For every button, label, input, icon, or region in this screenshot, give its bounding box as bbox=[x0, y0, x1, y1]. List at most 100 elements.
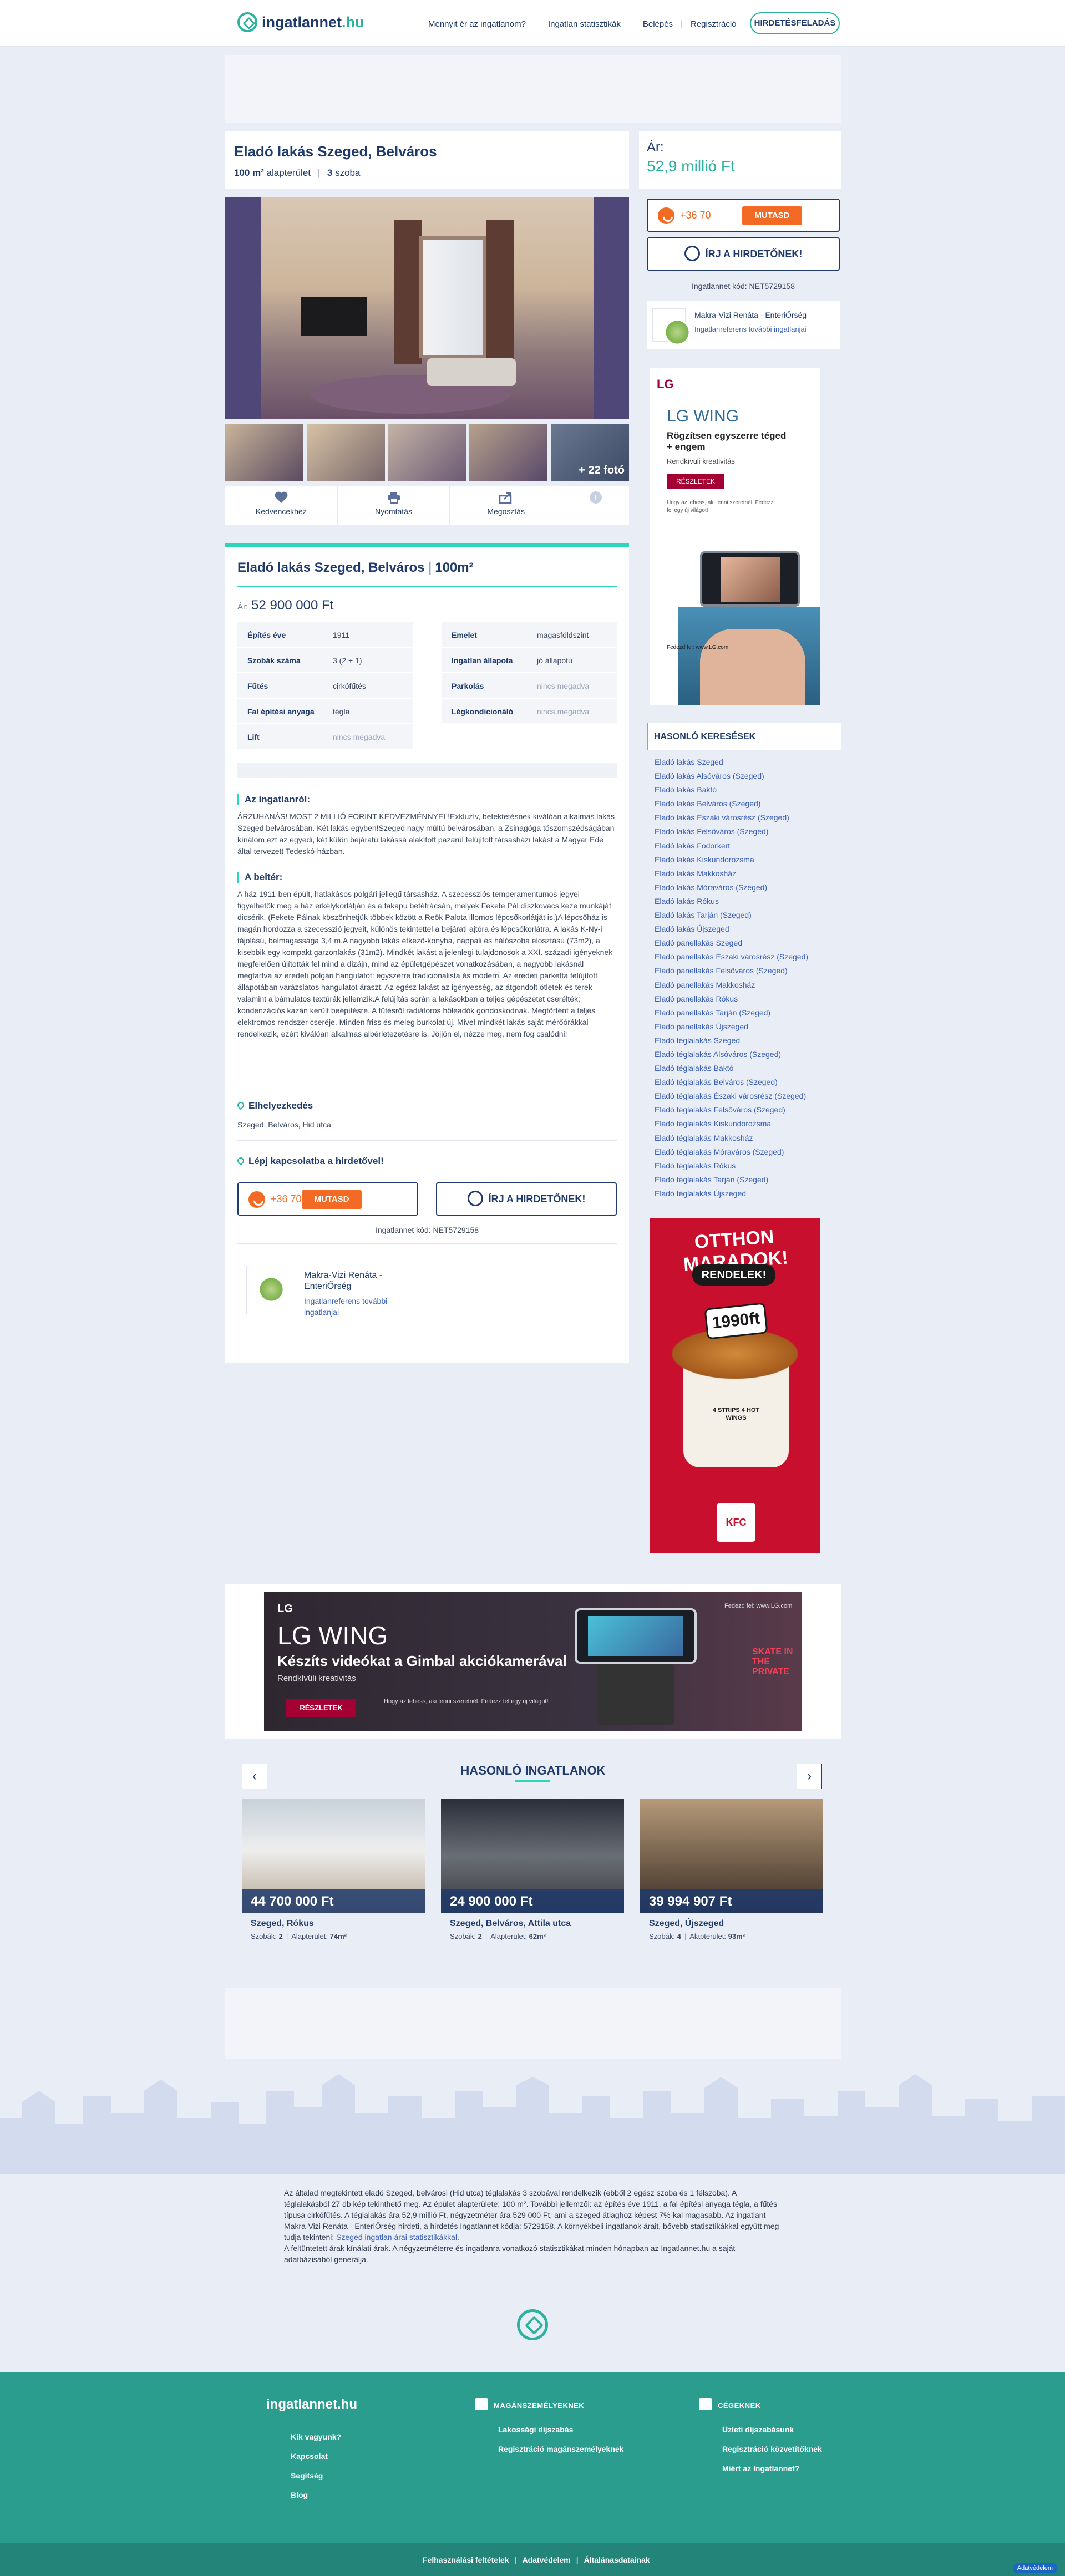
similar-search-link[interactable]: Eladó panellakás Újszeged bbox=[647, 1020, 841, 1034]
details-price-value: 52 900 000 Ft bbox=[251, 598, 334, 613]
similar-search-link[interactable]: Eladó téglalakás Északi városrész (Szege… bbox=[647, 1089, 841, 1103]
similar-listing-card[interactable]: 39 994 907 Ft Szeged, Újszeged Szobák: 4… bbox=[640, 1799, 823, 1948]
agent-name: Makra-Vizi Renáta - EnteriŐrség bbox=[694, 311, 807, 319]
similar-search-link[interactable]: Eladó téglalakás Alsóváros (Szeged) bbox=[647, 1048, 841, 1061]
ad-details-button[interactable]: RÉSZLETEK bbox=[667, 474, 724, 489]
fact-key: Fal építési anyaga bbox=[247, 707, 315, 716]
kfc-ad[interactable]: OTTHON MARADOK! RENDELEK! 1990ft 4 STRIP… bbox=[650, 1218, 820, 1553]
main-photo[interactable] bbox=[225, 197, 629, 419]
nav-valuation[interactable]: Mennyit ér az ingatlanom? bbox=[428, 19, 526, 29]
thumbnail[interactable] bbox=[388, 424, 466, 481]
similar-search-link[interactable]: Eladó lakás Északi városrész (Szeged) bbox=[647, 811, 841, 825]
similar-listing-card[interactable]: 44 700 000 Ft Szeged, Rókus Szobák: 2 | Al… bbox=[242, 1799, 425, 1948]
similar-search-link[interactable]: Eladó téglalakás Felsőváros (Szeged) bbox=[647, 1103, 841, 1117]
footer-link[interactable]: Blog bbox=[291, 2491, 341, 2499]
share-button[interactable]: Megosztás bbox=[450, 486, 563, 525]
similar-search-link[interactable]: Eladó lakás Rókus bbox=[647, 895, 841, 908]
similar-search-link[interactable]: Eladó téglalakás Móraváros (Szeged) bbox=[647, 1145, 841, 1159]
similar-search-link[interactable]: Eladó panellakás Rókus bbox=[647, 992, 841, 1006]
similar-search-link[interactable]: Eladó téglalakás Szeged bbox=[647, 1034, 841, 1048]
share-label: Megosztás bbox=[487, 507, 525, 516]
similar-search-link[interactable]: Eladó téglalakás Makkosház bbox=[647, 1131, 841, 1145]
similar-search-link[interactable]: Eladó lakás Fodorkert bbox=[647, 839, 841, 853]
nav-statistics[interactable]: Ingatlan statisztikák bbox=[548, 19, 621, 29]
similar-search-link[interactable]: Eladó panellakás Északi városrész (Szege… bbox=[647, 950, 841, 964]
fact-value: jó állapotú bbox=[537, 656, 572, 665]
carousel-next-button[interactable]: › bbox=[797, 1764, 822, 1789]
nav-register[interactable]: Regisztráció bbox=[691, 19, 737, 29]
site-logo[interactable]: ingatlannet .hu bbox=[237, 12, 364, 32]
similar-search-link[interactable]: Eladó lakás Szeged bbox=[647, 755, 841, 769]
listing-card-meta: Szobák: 4 | Alapterület: 93m² bbox=[649, 1932, 745, 1940]
report-button[interactable]: ! bbox=[562, 486, 629, 525]
similar-search-link[interactable]: Eladó lakás Baktó bbox=[647, 783, 841, 797]
similar-search-link[interactable]: Eladó panellakás Makkosház bbox=[647, 978, 841, 992]
footer-link[interactable]: Segítség bbox=[291, 2471, 341, 2480]
similar-search-link[interactable]: Eladó lakás Belváros (Szeged) bbox=[647, 797, 841, 811]
listing-rooms-label: szoba bbox=[335, 167, 361, 178]
footer-link[interactable]: Miért az Ingatlannet? bbox=[699, 2464, 822, 2473]
show-phone-button[interactable]: +36 70 MUTASD bbox=[237, 1182, 418, 1216]
similar-search-link[interactable]: Eladó téglalakás Belváros (Szeged) bbox=[647, 1075, 841, 1089]
privacy-badge[interactable]: Adatvédelem bbox=[1012, 2563, 1057, 2573]
lg-banner-ad: LG LG WING Készíts videókat a Gimbal akc… bbox=[225, 1584, 841, 1739]
meta-divider: | bbox=[485, 1932, 488, 1940]
similar-listing-card[interactable]: 24 900 000 Ft Szeged, Belváros, Attila u… bbox=[441, 1799, 624, 1948]
listing-code: Ingatlannet kód: NET5729158 bbox=[375, 1226, 479, 1234]
agent-listings-link[interactable]: Ingatlanreferens további ingatlanjai bbox=[694, 324, 807, 335]
similar-search-link[interactable]: Eladó lakás Alsóváros (Szeged) bbox=[647, 769, 841, 783]
favorite-button[interactable]: Kedvencekhez bbox=[225, 486, 338, 525]
footer-link[interactable]: Regisztráció magánszemélyeknek bbox=[475, 2445, 623, 2453]
print-button[interactable]: Nyomtatás bbox=[338, 486, 450, 525]
similar-search-link[interactable]: Eladó lakás Kiskundorozsma bbox=[647, 853, 841, 867]
ad-url: Fedezd fel: www.LG.com bbox=[667, 644, 729, 651]
ad-details-button[interactable]: RÉSZLETEK bbox=[286, 1699, 356, 1717]
show-phone-label: MUTASD bbox=[742, 206, 802, 225]
footer-link[interactable]: Üzleti díjszabásunk bbox=[699, 2425, 822, 2434]
privacy-link[interactable]: Adatvédelem bbox=[523, 2555, 571, 2564]
footer-link[interactable]: Regisztráció közvetítőknek bbox=[699, 2445, 822, 2453]
fact-row: Szobák száma 3 (2 + 1) bbox=[237, 648, 413, 672]
similar-search-link[interactable]: Eladó lakás Tarján (Szeged) bbox=[647, 908, 841, 922]
price-stats-link[interactable]: Szeged ingatlan árai statisztikákkal. bbox=[336, 2233, 459, 2242]
thumbnail[interactable] bbox=[469, 424, 548, 481]
footer-link[interactable]: Kapcsolat bbox=[291, 2452, 341, 2461]
footer-col-about: Kik vagyunk? Kapcsolat Segítség Blog bbox=[291, 2432, 341, 2510]
lg-banner[interactable]: LG LG WING Készíts videókat a Gimbal akc… bbox=[264, 1592, 802, 1731]
thumbnail[interactable] bbox=[225, 424, 303, 481]
similar-search-link[interactable]: Eladó lakás Újszeged bbox=[647, 922, 841, 936]
similar-search-link[interactable]: Eladó lakás Makkosház bbox=[647, 867, 841, 881]
footer-logo[interactable]: ingatlannet.hu bbox=[266, 2397, 357, 2412]
similar-search-link[interactable]: Eladó lakás Móraváros (Szeged) bbox=[647, 881, 841, 895]
data-link[interactable]: Általánasdatainak bbox=[584, 2555, 650, 2564]
similar-search-link[interactable]: Eladó panellakás Felsőváros (Szeged) bbox=[647, 964, 841, 978]
similar-search-link[interactable]: Eladó lakás Felsőváros (Szeged) bbox=[647, 825, 841, 839]
lg-side-ad[interactable]: LG LG WING Rögzítsen egyszerre téged + e… bbox=[650, 368, 820, 705]
area-key: Alapterület: bbox=[490, 1932, 527, 1940]
phone-image bbox=[700, 551, 800, 607]
similar-search-link[interactable]: Eladó panellakás Szeged bbox=[647, 936, 841, 950]
more-photos-thumbnail[interactable]: + 22 fotó bbox=[551, 424, 629, 481]
similar-search-link[interactable]: Eladó téglalakás Baktó bbox=[647, 1061, 841, 1075]
terms-link[interactable]: Felhasználási feltételek bbox=[423, 2555, 509, 2564]
agent-logo[interactable] bbox=[652, 308, 691, 346]
nav-login[interactable]: Belépés bbox=[643, 19, 673, 29]
thumbnail[interactable] bbox=[306, 424, 385, 481]
sidebar-show-phone-button[interactable]: +36 70 MUTASD bbox=[647, 199, 840, 232]
similar-search-link[interactable]: Eladó téglalakás Rókus bbox=[647, 1159, 841, 1173]
meta-divider: | bbox=[684, 1932, 687, 1940]
post-listing-button[interactable]: HIRDETÉSFELADÁS bbox=[750, 12, 840, 34]
similar-search-link[interactable]: Eladó téglalakás Kiskundorozsma bbox=[647, 1117, 841, 1131]
write-to-advertiser-button[interactable]: ÍRJ A HIRDETŐNEK! bbox=[436, 1182, 617, 1216]
carousel-prev-button[interactable]: ‹ bbox=[242, 1764, 267, 1789]
sidebar-write-button[interactable]: ÍRJ A HIRDETŐNEK! bbox=[647, 237, 840, 271]
similar-search-link[interactable]: Eladó téglalakás Tarján (Szeged) bbox=[647, 1173, 841, 1187]
agent-listings-link[interactable]: Ingatlanreferens további ingatlanjai bbox=[304, 1295, 387, 1318]
similar-search-link[interactable]: Eladó téglalakás Újszeged bbox=[647, 1187, 841, 1201]
similar-search-link[interactable]: Eladó panellakás Tarján (Szeged) bbox=[647, 1006, 841, 1020]
agent-logo[interactable] bbox=[246, 1266, 295, 1314]
footer-link[interactable]: Kik vagyunk? bbox=[291, 2432, 341, 2441]
footer-link[interactable]: Lakossági díjszabás bbox=[475, 2425, 623, 2434]
footer-col-business: CÉGEKNEK Üzleti díjszabásunk Regisztráci… bbox=[699, 2398, 822, 2483]
printer-icon bbox=[387, 492, 400, 504]
